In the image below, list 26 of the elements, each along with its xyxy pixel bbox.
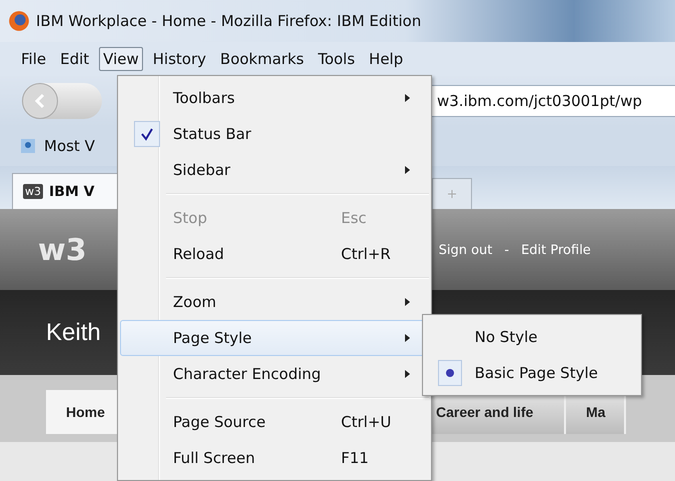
plus-icon bbox=[447, 189, 457, 199]
header-link[interactable]: Edit Profile bbox=[521, 242, 591, 258]
menu-item[interactable]: Status Bar bbox=[120, 116, 429, 152]
back-forward-buttons[interactable] bbox=[22, 83, 102, 119]
menu-item[interactable]: Basic Page Style bbox=[425, 355, 639, 391]
menu-item[interactable]: Help bbox=[364, 47, 408, 71]
menu-item[interactable]: Zoom bbox=[120, 284, 429, 320]
menu-item[interactable]: Tools bbox=[314, 47, 359, 71]
menu-item[interactable]: Reload Ctrl+R bbox=[120, 236, 429, 272]
bookmark-item[interactable]: Most V bbox=[44, 137, 95, 155]
header-link[interactable]: Sign out bbox=[438, 242, 492, 258]
menu-item[interactable]: Sidebar bbox=[120, 152, 429, 188]
menu-item[interactable]: Bookmarks bbox=[216, 47, 308, 71]
user-name: Keith bbox=[46, 318, 101, 346]
menu-item[interactable]: View bbox=[99, 47, 143, 71]
tab-title: IBM V bbox=[49, 184, 95, 200]
new-tab-button[interactable] bbox=[432, 178, 472, 209]
site-logo: w3 bbox=[38, 232, 87, 268]
link-separator: - bbox=[504, 242, 510, 258]
window-title: IBM Workplace - Home - Mozilla Firefox: IBM Edition bbox=[36, 12, 422, 30]
favicon: w3 bbox=[23, 184, 43, 199]
menu-item[interactable]: File bbox=[17, 47, 50, 71]
menu-item[interactable]: Edit bbox=[56, 47, 94, 71]
menu-item[interactable]: History bbox=[148, 47, 210, 71]
firefox-icon bbox=[8, 10, 30, 32]
bookmark-icon bbox=[20, 138, 36, 154]
